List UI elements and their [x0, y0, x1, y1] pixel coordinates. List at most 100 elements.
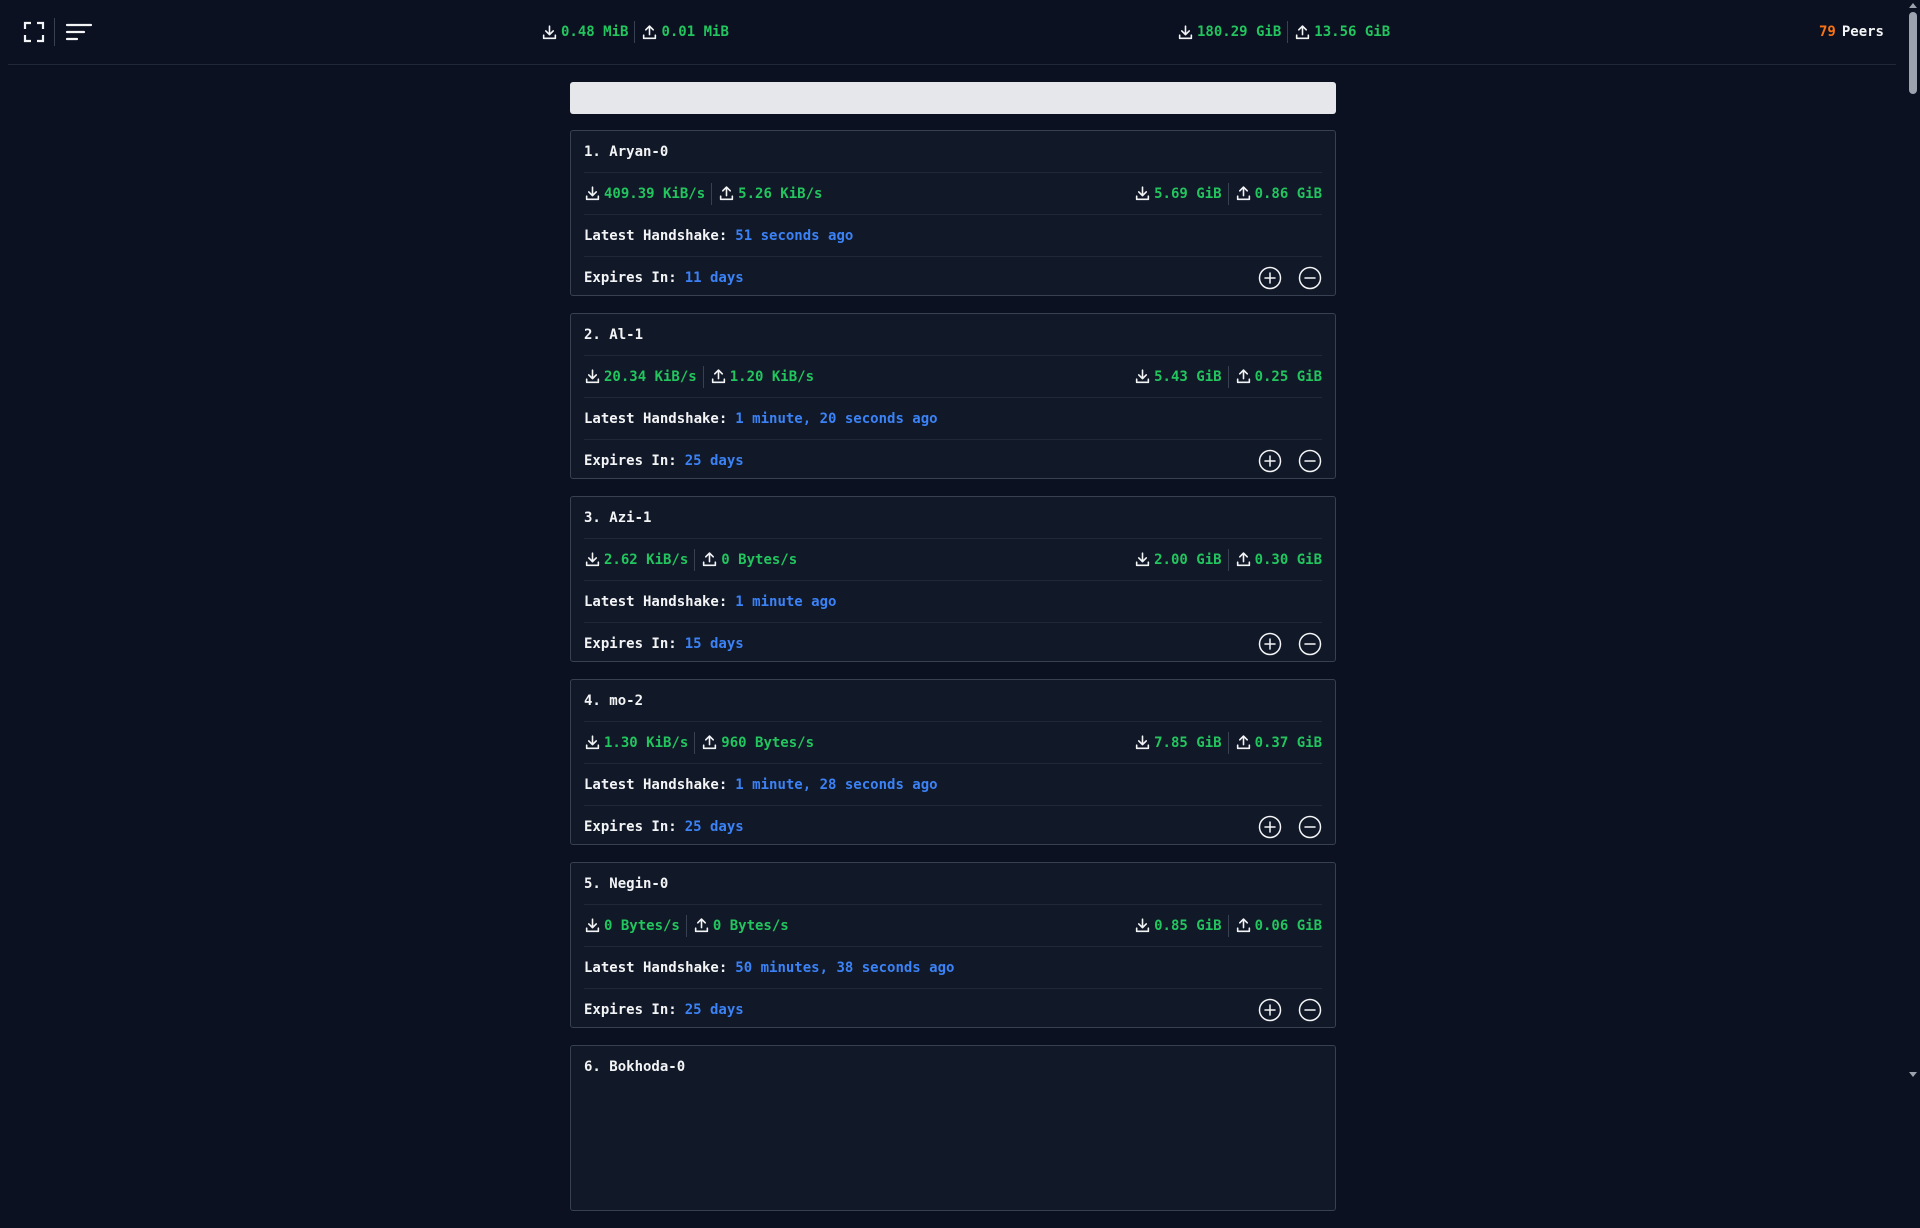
scroll-up-arrow[interactable] [1909, 3, 1917, 8]
peer-title-row: 3. Azi-1 [584, 497, 1322, 539]
peer-download-rate: 409.39 KiB/s [584, 185, 705, 202]
download-rate: 0.48 MiB [541, 24, 628, 41]
upload-rate: 0.01 MiB [641, 24, 729, 41]
expires-info: Expires In: 15 days [584, 636, 744, 652]
peer-download-total: 7.85 GiB [1134, 734, 1222, 751]
fullscreen-icon[interactable] [22, 20, 46, 44]
peer-upload-rate: 1.20 KiB/s [710, 368, 814, 385]
minus-circle-icon [1298, 998, 1322, 1022]
minus-circle-icon [1298, 266, 1322, 290]
expires-value: 25 days [684, 818, 744, 835]
peer-card: 6. Bokhoda-0 [570, 1045, 1336, 1211]
scroll-down-arrow[interactable] [1909, 1072, 1917, 1077]
peer-title-row: 6. Bokhoda-0 [584, 1046, 1322, 1087]
divider [1227, 365, 1229, 388]
peer-upload-total: 0.37 GiB [1235, 734, 1322, 751]
expires-info: Expires In: 25 days [584, 453, 744, 469]
upload-icon [1235, 734, 1252, 751]
search-input[interactable] [570, 82, 1336, 114]
peer-name: 6. Bokhoda-0 [584, 1058, 686, 1075]
upload-icon [1235, 185, 1252, 202]
peer-handshake-row: Latest Handshake: 1 minute, 20 seconds a… [584, 398, 1322, 440]
divider [694, 731, 696, 754]
handshake-label: Latest Handshake: [584, 227, 728, 244]
divider [1227, 731, 1229, 754]
divider [1227, 914, 1229, 937]
handshake-value: 50 minutes, 38 seconds ago [735, 959, 955, 976]
peer-name: 3. Azi-1 [584, 509, 652, 526]
expires-info: Expires In: 11 days [584, 270, 744, 286]
peer-list: 1. Aryan-0 409.39 KiB/s 5.26 KiB/s 5.69 … [570, 130, 1336, 1228]
peer-upload-rate: 0 Bytes/s [693, 917, 789, 934]
expires-value: 25 days [684, 452, 744, 469]
peer-rates: 409.39 KiB/s 5.26 KiB/s [584, 182, 822, 205]
peer-expires-row: Expires In: 25 days [584, 806, 1322, 847]
peer-upload-rate: 960 Bytes/s [701, 734, 814, 751]
peer-name: 1. Aryan-0 [584, 143, 669, 160]
peer-handshake-row: Latest Handshake: 1 minute ago [584, 581, 1322, 623]
peer-totals: 7.85 GiB 0.37 GiB [1134, 731, 1322, 754]
expires-label: Expires In: [584, 635, 677, 652]
peer-rates: 20.34 KiB/s 1.20 KiB/s [584, 365, 814, 388]
add-time-button[interactable] [1258, 632, 1282, 656]
peer-title-row: 5. Negin-0 [584, 863, 1322, 905]
handshake-label: Latest Handshake: [584, 776, 728, 793]
remove-time-button[interactable] [1298, 632, 1322, 656]
download-icon [1134, 551, 1151, 568]
add-time-button[interactable] [1258, 998, 1282, 1022]
remove-time-button[interactable] [1298, 266, 1322, 290]
add-time-button[interactable] [1258, 449, 1282, 473]
divider [1287, 21, 1289, 43]
download-icon [1134, 917, 1151, 934]
peer-actions [1258, 998, 1322, 1022]
download-icon [584, 185, 601, 202]
plus-circle-icon [1258, 449, 1282, 473]
expires-value: 15 days [684, 635, 744, 652]
remove-time-button[interactable] [1298, 449, 1322, 473]
peer-name: 2. Al-1 [584, 326, 644, 343]
plus-circle-icon [1258, 632, 1282, 656]
upload-icon [718, 185, 735, 202]
peer-actions [1258, 266, 1322, 290]
plus-circle-icon [1258, 815, 1282, 839]
upload-icon [701, 551, 718, 568]
peer-handshake-row: Latest Handshake: 1 minute, 28 seconds a… [584, 764, 1322, 806]
download-icon [541, 24, 558, 41]
peer-card: 5. Negin-0 0 Bytes/s 0 Bytes/s 0.85 GiB [570, 862, 1336, 1028]
transfer-rate: 0.48 MiB 0.01 MiB [541, 20, 729, 44]
peer-title-row: 2. Al-1 [584, 314, 1322, 356]
add-time-button[interactable] [1258, 266, 1282, 290]
divider [702, 365, 704, 388]
upload-icon [710, 368, 727, 385]
download-icon [1134, 734, 1151, 751]
scrollbar[interactable] [1906, 0, 1920, 1080]
expires-label: Expires In: [584, 269, 677, 286]
remove-time-button[interactable] [1298, 815, 1322, 839]
handshake-value: 1 minute, 20 seconds ago [735, 410, 938, 427]
download-icon [584, 368, 601, 385]
expires-info: Expires In: 25 days [584, 819, 744, 835]
peers-label: Peers [1841, 24, 1884, 40]
peer-handshake-row: Latest Handshake: 50 minutes, 38 seconds… [584, 947, 1322, 989]
peers-count-badge: 79 Peers [1819, 20, 1884, 44]
peer-traffic-row: 1.30 KiB/s 960 Bytes/s 7.85 GiB 0.37 GiB [584, 722, 1322, 764]
remove-time-button[interactable] [1298, 998, 1322, 1022]
peer-traffic-row: 20.34 KiB/s 1.20 KiB/s 5.43 GiB 0.25 GiB [584, 356, 1322, 398]
peer-upload-total: 0.25 GiB [1235, 368, 1322, 385]
toolbar-divider [54, 18, 55, 46]
expires-label: Expires In: [584, 1001, 677, 1018]
expires-label: Expires In: [584, 452, 677, 469]
peer-download-total: 5.43 GiB [1134, 368, 1222, 385]
add-time-button[interactable] [1258, 815, 1282, 839]
upload-icon [693, 917, 710, 934]
scroll-thumb[interactable] [1909, 12, 1917, 94]
handshake-value: 1 minute ago [735, 593, 837, 610]
handshake-value: 1 minute, 28 seconds ago [735, 776, 938, 793]
peer-handshake-row: Latest Handshake: 51 seconds ago [584, 215, 1322, 257]
divider [685, 914, 687, 937]
download-icon [1177, 24, 1194, 41]
divider [1227, 182, 1229, 205]
menu-icon[interactable] [64, 20, 94, 44]
upload-icon [1235, 917, 1252, 934]
peer-expires-row: Expires In: 15 days [584, 623, 1322, 664]
